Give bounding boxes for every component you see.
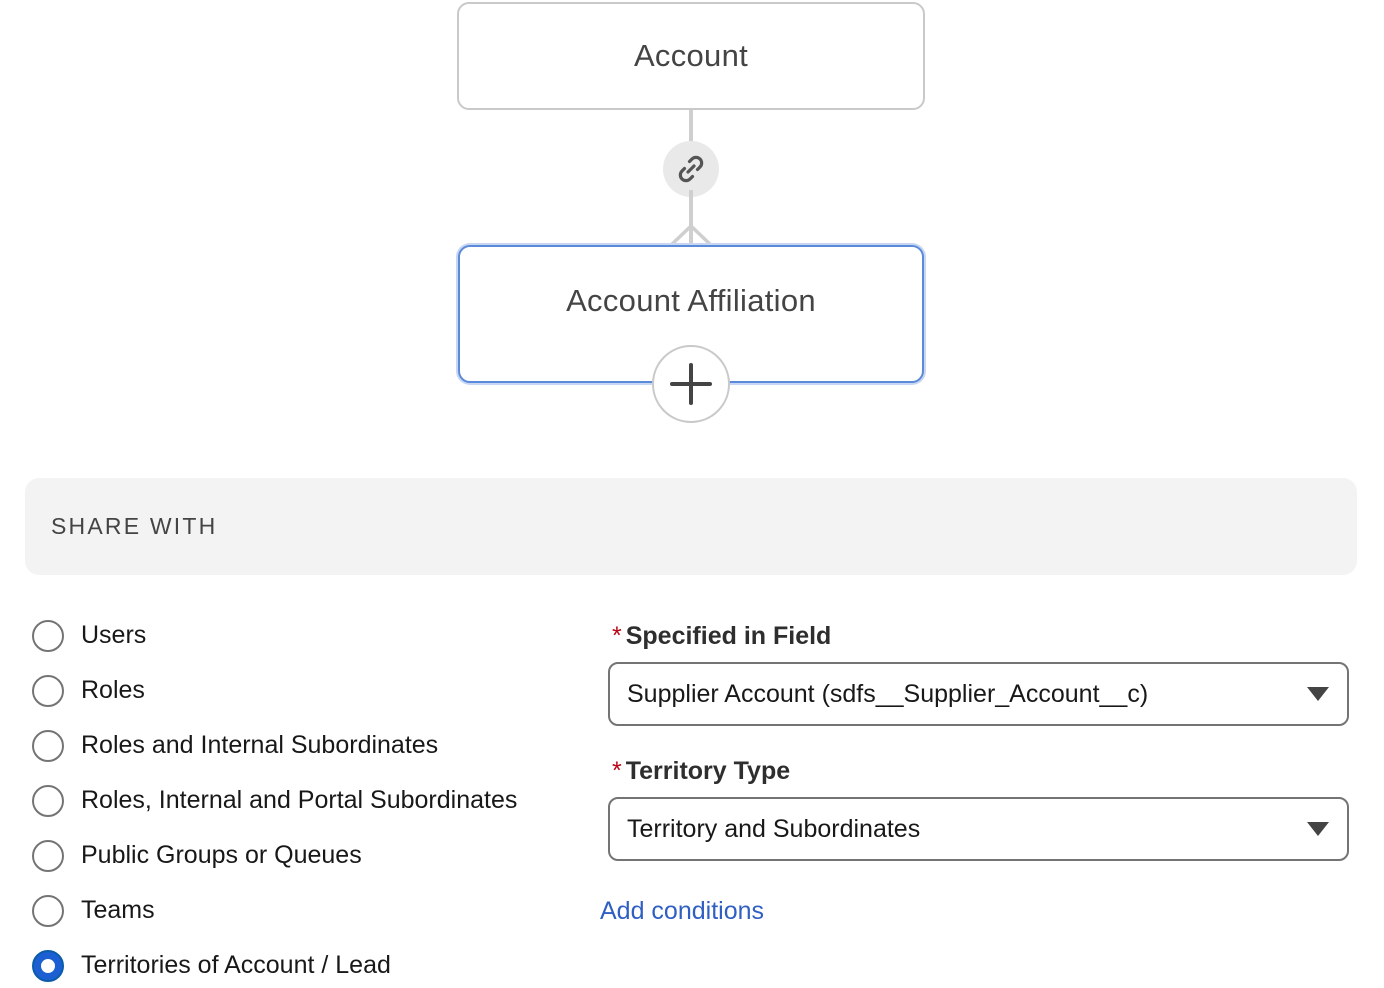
radio-button[interactable] bbox=[32, 619, 64, 652]
chevron-down-icon bbox=[1307, 687, 1329, 701]
radio-button[interactable] bbox=[32, 894, 64, 927]
specified-in-field-select[interactable]: Supplier Account (sdfs__Supplier_Account… bbox=[608, 662, 1349, 726]
specified-in-field-label: * Specified in Field bbox=[608, 618, 1349, 654]
radio-label: Territories of Account / Lead bbox=[81, 951, 391, 979]
link-icon bbox=[678, 155, 704, 183]
select-value: Territory and Subordinates bbox=[627, 814, 921, 843]
parent-object-label: Account bbox=[633, 38, 749, 73]
many-relationship-marker bbox=[667, 220, 715, 248]
share-with-section-header: SHARE WITH bbox=[25, 478, 1357, 575]
territory-type-select[interactable]: Territory and Subordinates bbox=[608, 797, 1349, 861]
radio-button[interactable] bbox=[32, 674, 64, 707]
territory-type-group: * Territory Type Territory and Subordina… bbox=[608, 753, 1349, 861]
sharing-rule-canvas: Account Account Affiliation SHARE WITH U… bbox=[0, 0, 1384, 988]
radio-label: Public Groups or Queues bbox=[81, 841, 362, 869]
radio-button[interactable] bbox=[32, 949, 64, 982]
parent-object-node[interactable]: Account bbox=[457, 2, 925, 110]
radio-label: Roles and Internal Subordinates bbox=[81, 731, 439, 759]
select-value: Supplier Account (sdfs__Supplier_Account… bbox=[627, 679, 1149, 708]
radio-label: Roles, Internal and Portal Subordinates bbox=[81, 786, 518, 814]
radio-option-roles-internal-portal-subordinates[interactable]: Roles, Internal and Portal Subordinates bbox=[32, 773, 592, 828]
add-conditions-link[interactable]: Add conditions bbox=[600, 897, 764, 926]
add-related-object-button[interactable] bbox=[652, 345, 730, 423]
relationship-link-button[interactable] bbox=[663, 141, 719, 197]
radio-option-users[interactable]: Users bbox=[32, 608, 592, 663]
plus-icon bbox=[670, 363, 712, 405]
radio-option-teams[interactable]: Teams bbox=[32, 883, 592, 938]
share-with-radio-group: Users Roles Roles and Internal Subordina… bbox=[32, 608, 592, 988]
radio-button[interactable] bbox=[32, 729, 64, 762]
required-marker: * bbox=[612, 756, 622, 785]
radio-label: Users bbox=[81, 621, 147, 649]
share-with-title: SHARE WITH bbox=[51, 513, 218, 539]
radio-selected-dot bbox=[41, 958, 55, 973]
radio-label: Roles bbox=[81, 676, 145, 704]
chevron-down-icon bbox=[1307, 822, 1329, 836]
specified-in-field-group: * Specified in Field Supplier Account (s… bbox=[608, 618, 1349, 726]
radio-label: Teams bbox=[81, 896, 155, 924]
radio-option-territories-account-lead[interactable]: Territories of Account / Lead bbox=[32, 938, 592, 988]
territory-type-label: * Territory Type bbox=[608, 753, 1349, 789]
radio-button[interactable] bbox=[32, 784, 64, 817]
radio-button[interactable] bbox=[32, 839, 64, 872]
field-label-text: Specified in Field bbox=[625, 621, 832, 650]
radio-option-public-groups-queues[interactable]: Public Groups or Queues bbox=[32, 828, 592, 883]
required-marker: * bbox=[612, 621, 622, 650]
radio-option-roles[interactable]: Roles bbox=[32, 663, 592, 718]
field-label-text: Territory Type bbox=[625, 756, 791, 785]
child-object-label: Account Affiliation bbox=[566, 283, 816, 318]
radio-option-roles-internal-subordinates[interactable]: Roles and Internal Subordinates bbox=[32, 718, 592, 773]
